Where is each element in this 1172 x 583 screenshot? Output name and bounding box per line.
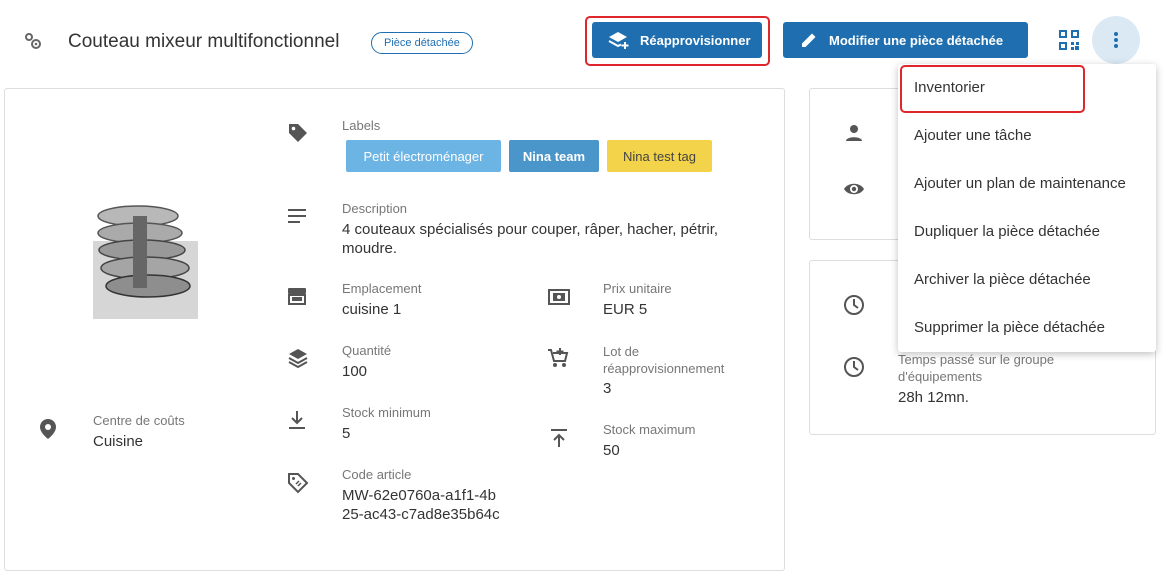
max-stock-label: Stock maximum bbox=[603, 422, 696, 437]
unit-price-label: Prix unitaire bbox=[603, 281, 672, 296]
pencil-icon bbox=[799, 30, 819, 50]
type-badge: Pièce détachée bbox=[371, 32, 473, 54]
menu-item-archive[interactable]: Archiver la pièce détachée bbox=[914, 271, 1091, 288]
edit-part-label: Modifier une pièce détachée bbox=[829, 32, 1004, 48]
page-title: Couteau mixeur multifonctionnel bbox=[68, 31, 340, 52]
menu-item-add-maintenance-plan[interactable]: Ajouter un plan de maintenance bbox=[914, 175, 1126, 192]
menu-item-add-task[interactable]: Ajouter une tâche bbox=[914, 127, 1032, 144]
time-spent-value: 28h 12mn. bbox=[898, 389, 969, 406]
layers-plus-icon bbox=[608, 30, 630, 50]
tag-petit-electromenager: Petit électroménager bbox=[346, 140, 501, 172]
barcode-tag-icon bbox=[287, 472, 309, 494]
cost-center-label: Centre de coûts bbox=[93, 413, 185, 428]
menu-item-duplicate[interactable]: Dupliquer la pièce détachée bbox=[914, 223, 1100, 240]
location-pin-icon bbox=[40, 419, 56, 439]
inventory-highlight bbox=[900, 65, 1085, 113]
store-icon bbox=[286, 286, 308, 306]
restock-label: Réapprovisionner bbox=[640, 32, 751, 48]
min-stock-label: Stock minimum bbox=[342, 405, 431, 420]
description-icon bbox=[288, 209, 308, 223]
arrow-down-bar-icon bbox=[289, 410, 305, 430]
location-value: cuisine 1 bbox=[342, 301, 402, 318]
min-stock-value: 5 bbox=[342, 425, 351, 442]
money-icon bbox=[548, 289, 570, 305]
eye-icon bbox=[843, 181, 865, 197]
max-stock-value: 50 bbox=[603, 442, 620, 459]
tag-nina-test-tag: Nina test tag bbox=[607, 140, 712, 172]
tag-icon bbox=[287, 122, 309, 144]
settings-gears-icon bbox=[22, 30, 44, 52]
restock-lot-label: Lot de réapprovisionnement bbox=[603, 344, 725, 376]
edit-part-button[interactable]: Modifier une pièce détachée bbox=[783, 22, 1028, 58]
person-icon bbox=[845, 124, 863, 142]
arrow-up-bar-icon bbox=[551, 428, 567, 448]
cart-plus-icon bbox=[547, 347, 569, 369]
labels-label: Labels bbox=[342, 118, 381, 133]
location-label: Emplacement bbox=[342, 281, 422, 296]
unit-price-value: EUR 5 bbox=[603, 301, 648, 318]
clock-icon bbox=[843, 356, 865, 378]
restock-button[interactable]: Réapprovisionner bbox=[592, 22, 762, 58]
tag-nina-team: Nina team bbox=[509, 140, 599, 172]
restock-lot-value: 3 bbox=[603, 380, 612, 397]
more-options-button[interactable] bbox=[1092, 16, 1140, 64]
article-code-label: Code article bbox=[342, 467, 412, 482]
description-value: 4 couteaux spécialisés pour couper, râpe… bbox=[342, 221, 719, 257]
time-spent-label: Temps passé sur le groupe d'équipements bbox=[898, 352, 1055, 384]
layers-icon bbox=[287, 347, 309, 369]
qr-code-icon[interactable] bbox=[1059, 30, 1079, 50]
part-image bbox=[93, 186, 198, 319]
quantity-label: Quantité bbox=[342, 343, 392, 358]
description-label: Description bbox=[342, 201, 408, 216]
article-code-value: MW-62e0760a-a1f1-4b25-ac43-c7ad8e35b64c bbox=[342, 487, 500, 523]
more-vertical-icon bbox=[1113, 31, 1119, 49]
cost-center-value: Cuisine bbox=[93, 433, 144, 450]
clock-icon bbox=[843, 294, 865, 316]
quantity-value: 100 bbox=[342, 363, 368, 380]
menu-item-delete[interactable]: Supprimer la pièce détachée bbox=[914, 319, 1105, 336]
